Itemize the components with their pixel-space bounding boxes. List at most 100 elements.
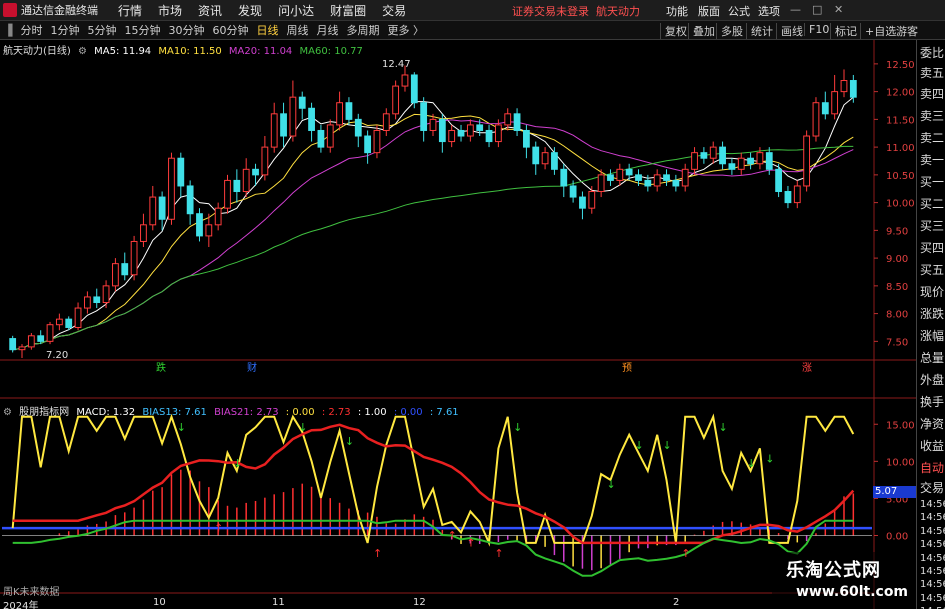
event-label-down[interactable]: 跌	[156, 359, 166, 374]
tool-adjust[interactable]: 复权	[660, 23, 687, 39]
event-label-up[interactable]: 涨	[802, 359, 812, 374]
candle-body	[354, 118, 362, 137]
watermark: 乐淘公式网 www.60lt.com	[772, 552, 916, 609]
close-icon[interactable]: ✕	[834, 3, 843, 16]
buy-arrow-icon: ↑	[494, 547, 503, 560]
candle-body	[205, 224, 213, 237]
bias13-label: BIAS13: 7.61	[142, 407, 207, 418]
event-label-forecast[interactable]: 预	[622, 359, 632, 374]
side-panel-label: 买四	[920, 241, 945, 255]
menu-function[interactable]: 功能	[666, 3, 688, 19]
tool-add-watch[interactable]: +自选	[860, 23, 896, 39]
menu-item-wealth[interactable]: 财富圈	[330, 2, 366, 19]
buy-arrow-icon: ↑	[448, 529, 457, 542]
menu-item-ask[interactable]: 问小达	[278, 2, 314, 19]
buy-arrow-icon: ↑	[373, 547, 382, 560]
menu-bar: 通达信金融终端 行情 市场 资讯 发现 问小达 财富圈 交易 证券交易未登录 航…	[0, 0, 945, 21]
side-panel-label: 买一	[920, 175, 945, 189]
x-label-oct: 10	[153, 597, 166, 608]
period-tab-daily[interactable]: 日线	[252, 22, 282, 38]
menu-item-news[interactable]: 资讯	[198, 2, 222, 19]
chevron-right-icon: 〉	[412, 24, 424, 37]
side-panel-label: 14:56	[920, 539, 945, 551]
candle-body	[485, 129, 493, 143]
tool-multi-stock[interactable]: 多股	[716, 23, 743, 39]
period-toolbar: ▐ 分时 1分钟 5分钟 15分钟 30分钟 60分钟 日线 周线 月线 多周期…	[0, 21, 945, 40]
candle-body	[308, 107, 315, 131]
period-tab-intraday[interactable]: 分时	[16, 22, 46, 38]
price-tick-label: 10.00	[886, 199, 915, 210]
indicator-tick-label: 0.00	[886, 532, 908, 543]
candle-body	[494, 124, 502, 143]
event-label-finance[interactable]: 财	[247, 359, 257, 374]
sell-arrow-icon: ↓	[298, 421, 307, 434]
stock-title[interactable]: 航天动力(日线)	[3, 46, 71, 57]
candle-body	[476, 124, 484, 131]
side-panel-label: 卖四	[920, 87, 945, 101]
candle-body	[588, 191, 596, 209]
side-panel-label: 14:56	[920, 499, 945, 510]
candle-body	[270, 113, 278, 148]
candle-body	[9, 338, 17, 351]
tool-stats[interactable]: 统计	[746, 23, 773, 39]
side-panel-label: 买五	[920, 263, 945, 277]
candle-body	[784, 191, 792, 204]
candle-body	[691, 152, 698, 170]
period-tab-multi[interactable]: 多周期	[342, 22, 383, 38]
candle-body	[140, 224, 147, 242]
indicator-title[interactable]: 股朋指标网	[19, 407, 69, 418]
candle-body	[93, 296, 101, 304]
indicator-tick-label: 15.00	[886, 420, 915, 431]
indicator-settings-icon[interactable]: ⚙	[3, 407, 12, 418]
restore-icon[interactable]: □	[812, 3, 822, 16]
side-panel-label: 交易	[920, 481, 945, 495]
menu-formula[interactable]: 公式	[728, 3, 750, 19]
candle-body	[840, 80, 848, 93]
candle-body	[663, 174, 670, 181]
period-tab-30min[interactable]: 30分钟	[164, 22, 208, 38]
chart-area[interactable]: ↓ ↑ ↓ ↓ ↓ ↑ ↑ ↑ ↑ ↓ ↓ ↓ ↓ ↑ ↓ ↓ ↓ 12.50 12.00 11.50 11.00 10…	[0, 40, 916, 609]
period-tab-1min[interactable]: 1分钟	[46, 22, 83, 38]
period-tab-5min[interactable]: 5分钟	[83, 22, 120, 38]
candle-body	[336, 102, 343, 126]
candle-body	[597, 174, 605, 193]
stock-link[interactable]: 航天动力	[596, 5, 640, 18]
side-panel-label: 收益	[920, 439, 945, 453]
candle-body	[756, 152, 764, 165]
menu-item-discover[interactable]: 发现	[238, 2, 262, 19]
tool-mark[interactable]: 标记	[830, 23, 857, 39]
menu-options[interactable]: 选项	[758, 3, 780, 19]
period-tab-15min[interactable]: 15分钟	[120, 22, 164, 38]
login-notice[interactable]: 证券交易未登录 航天动力	[512, 3, 640, 19]
high-price-label: 12.47	[382, 59, 411, 70]
price-tick-label: 8.00	[886, 310, 908, 321]
period-tab-60min[interactable]: 60分钟	[208, 22, 252, 38]
main-info-bar: 航天动力(日线) ⚙ MA5: 11.94 MA10: 11.50 MA20: …	[3, 42, 367, 57]
candle-body	[728, 163, 736, 170]
period-tab-monthly[interactable]: 月线	[312, 22, 342, 38]
minimize-icon[interactable]: —	[790, 3, 801, 16]
param-white: : 1.00	[357, 407, 387, 418]
candle-body	[457, 129, 465, 137]
candle-body	[541, 152, 549, 165]
candle-body	[579, 196, 586, 209]
period-tab-weekly[interactable]: 周线	[282, 22, 312, 38]
menu-item-quotes[interactable]: 行情	[118, 2, 142, 19]
candle-body	[504, 113, 512, 126]
tool-f10[interactable]: F10	[804, 23, 829, 36]
candle-body	[737, 157, 745, 170]
param-red: : 2.73	[321, 407, 351, 418]
settings-icon[interactable]: ⚙	[78, 46, 87, 57]
price-tick-label: 12.50	[886, 60, 915, 71]
period-tab-more[interactable]: 更多 〉	[383, 22, 428, 38]
menu-item-trade[interactable]: 交易	[382, 2, 406, 19]
menu-item-market[interactable]: 市场	[158, 2, 182, 19]
watermark-title: 乐淘公式网	[786, 560, 881, 581]
candle-body	[177, 157, 185, 187]
buy-arrow-icon: ↑	[214, 522, 223, 535]
tool-overlay[interactable]: 叠加	[688, 23, 715, 39]
side-panel-label: 涨幅	[920, 329, 945, 343]
tool-draw[interactable]: 画线	[776, 23, 803, 39]
menu-layout[interactable]: 版面	[698, 3, 720, 19]
guest-label[interactable]: 游客	[896, 23, 918, 39]
